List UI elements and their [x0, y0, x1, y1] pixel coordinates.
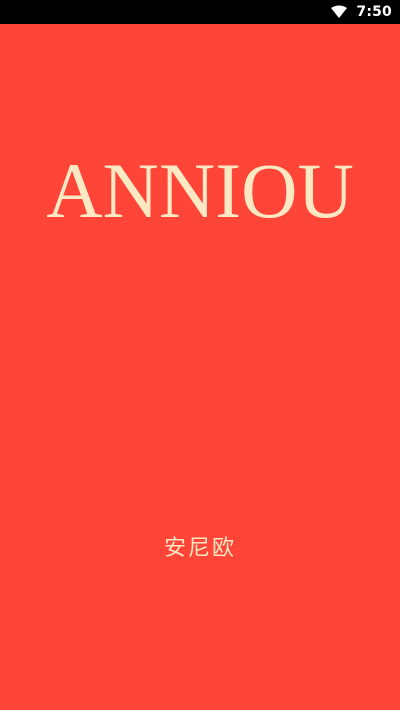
brand-logo-text: ANNIOU [46, 147, 354, 234]
status-bar: 7:50 [0, 0, 400, 24]
splash-screen: ANNIOU 安尼欧 [0, 24, 400, 710]
status-time: 7:50 [356, 4, 392, 20]
brand-subtitle: 安尼欧 [163, 536, 236, 561]
wifi-icon [330, 5, 348, 19]
